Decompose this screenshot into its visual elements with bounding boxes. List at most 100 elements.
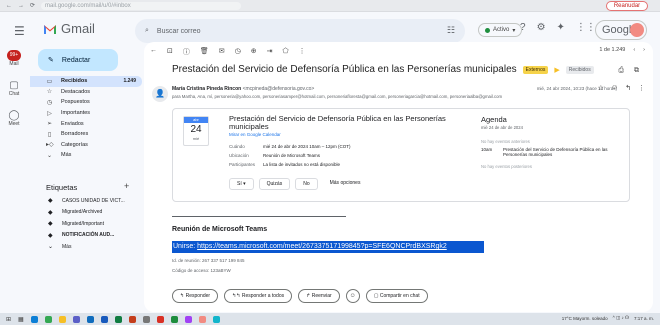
reply-icon[interactable]: ↰ (625, 84, 631, 92)
nav-item-snoozed[interactable]: ◷ Pospuestos (30, 97, 142, 108)
back-icon[interactable]: ← (6, 3, 12, 9)
more-icon[interactable]: ⋮ (638, 84, 645, 92)
mark-unread-icon[interactable]: ✉ (219, 47, 225, 57)
excel-icon[interactable] (114, 315, 122, 323)
rsvp-more-button[interactable]: Más opciones (323, 178, 368, 190)
label-item[interactable]: ◆ Migrated/Archived (30, 207, 142, 219)
chrome-icon[interactable] (44, 315, 52, 323)
event-row: Participantes La lista de invitados no es… (229, 160, 351, 169)
outlook-icon[interactable] (86, 315, 94, 323)
emoji-icon[interactable]: ☺ (611, 84, 618, 92)
gmail-logo[interactable]: Gmail (43, 21, 95, 36)
app-icon[interactable] (198, 315, 206, 323)
system-tray: 17°C Mayorm. soleado ^ ◫ ♪ ☊ 7:17 a. m. (562, 315, 654, 321)
nav-item-starred[interactable]: ☆ Destacados (30, 87, 142, 98)
side-panel-toggle[interactable] (653, 42, 660, 312)
powerpoint-icon[interactable] (128, 315, 136, 323)
clock-text[interactable]: 7:17 a. m. (634, 316, 654, 321)
forward-button[interactable]: ↱ Reenviar (298, 289, 340, 303)
account-button[interactable]: Google (595, 20, 647, 40)
label-item[interactable]: ◆ NOTIFICACIÓN AUD... (30, 230, 142, 242)
search-input[interactable]: Buscar correo (157, 28, 201, 35)
help-icon[interactable]: ? (520, 22, 526, 33)
apps-icon[interactable]: ⋮⋮ (576, 22, 596, 33)
next-icon[interactable]: › (643, 47, 645, 53)
reply-all-label: Responder a todos (241, 293, 285, 299)
report-icon[interactable]: ⓘ (183, 47, 190, 57)
status-dot-icon (485, 27, 490, 33)
label-item[interactable]: ◆ CASOS UNIDAD DE VICT... (30, 195, 142, 207)
prev-icon[interactable]: ‹ (633, 47, 635, 53)
rsvp-maybe-button[interactable]: Quizás (258, 178, 291, 190)
reply-button[interactable]: ↰ Responder (172, 289, 219, 303)
share-chat-button[interactable]: ▢ Compartir en chat (365, 289, 428, 303)
nav-item-inbox[interactable]: ▭ Recibidos 1.249 (30, 76, 142, 87)
sender-line: María Cristina Pineda Rincon <mcpineda@d… (172, 86, 314, 92)
join-url[interactable]: https://teams.microsoft.com/meet/2673375… (197, 243, 447, 250)
app-icon[interactable] (212, 315, 220, 323)
snooze-icon[interactable]: ◷ (235, 47, 241, 57)
search-bar[interactable]: ⌕ Buscar correo ☷ (135, 19, 465, 43)
windows-start-icon[interactable]: ⊞ (6, 316, 11, 323)
reply-all-button[interactable]: ↰↰ Responder a todos (224, 289, 293, 303)
important-marker-icon[interactable]: ▶ (554, 66, 559, 74)
agenda-event-time: 10am (481, 147, 493, 152)
word-icon[interactable] (100, 315, 108, 323)
inbox-tag[interactable]: Recibidos (565, 65, 594, 74)
archive-icon[interactable]: ⊡ (167, 47, 173, 57)
rail-item-meet[interactable]: ◯ Meet (0, 110, 28, 140)
reload-icon[interactable]: ⟳ (30, 2, 35, 9)
app-icon[interactable] (142, 315, 150, 323)
edge-icon[interactable] (30, 315, 38, 323)
label-icon[interactable]: ⬠ (283, 47, 289, 57)
back-arrow-icon[interactable]: ← (150, 47, 157, 57)
emoji-reaction-button[interactable]: ☺ (345, 289, 360, 303)
rail-item-mail[interactable]: 99+ Mail (0, 50, 28, 80)
address-bar[interactable]: mail.google.com/mail/u/0/#inbox (41, 1, 242, 10)
menu-icon[interactable]: ☰ (14, 24, 25, 38)
taskview-icon[interactable]: ▦ (18, 316, 24, 323)
rsvp-no-button[interactable]: No (295, 178, 318, 190)
add-label-icon[interactable]: + (124, 181, 129, 191)
browser-bar: ← → ⟳ mail.google.com/mail/u/0/#inbox Re… (0, 0, 660, 12)
tray-icons[interactable]: ^ ◫ ♪ ☊ (613, 315, 629, 321)
teams-icon[interactable] (72, 315, 80, 323)
label-item-more[interactable]: ⌄ Más (30, 241, 142, 253)
nav-item-important[interactable]: ▷ Importantes (30, 108, 142, 119)
label-item[interactable]: ◆ Migrated/Important (30, 218, 142, 230)
app-icon[interactable] (184, 315, 192, 323)
view-in-calendar-link[interactable]: Mirar en Google Calendar (229, 132, 281, 137)
settings-icon[interactable]: ⚙ (537, 22, 546, 33)
rail-item-chat[interactable]: ▢ Chat (0, 80, 28, 110)
recipients-line[interactable]: para Martha, Ana, mí, personeria@yahoo.c… (172, 94, 622, 99)
rsvp-yes-button[interactable]: Sí ▾ (229, 178, 254, 190)
agenda-event[interactable]: 10am Prestación del Servicio de Defensor… (481, 147, 627, 157)
app-icon[interactable] (156, 315, 164, 323)
delete-icon[interactable]: 🗑 (200, 47, 209, 57)
nav-item-drafts[interactable]: ▯ Borradores (30, 129, 142, 140)
forward-label: Reenviar (311, 293, 332, 299)
gemini-icon[interactable]: ✦ (557, 22, 565, 33)
star-icon[interactable]: ☆ (598, 84, 604, 92)
labels-list: ◆ CASOS UNIDAD DE VICT... ◆ Migrated/Archi… (30, 195, 142, 253)
print-icon[interactable]: ⎙ (618, 67, 624, 75)
rsvp-buttons: Sí ▾ Quizás No Más opciones (229, 178, 367, 190)
move-icon[interactable]: ⇥ (267, 47, 273, 57)
calendar-date-icon: abr 24 mié (183, 116, 209, 146)
status-button[interactable]: Activo ▾ (478, 23, 523, 37)
open-new-window-icon[interactable]: ⧉ (634, 67, 639, 75)
teams-join-link[interactable]: Unirse: https://teams.microsoft.com/meet… (172, 241, 484, 253)
compose-button[interactable]: ✎ Redactar (38, 49, 118, 71)
add-task-icon[interactable]: ⊕ (251, 47, 257, 57)
more-icon[interactable]: ⋮ (299, 47, 306, 57)
forward-icon[interactable]: → (18, 3, 24, 9)
nav-item-categories[interactable]: ▸◇ Categorías (30, 140, 142, 151)
explorer-icon[interactable] (58, 315, 66, 323)
resume-button[interactable]: Reanudar (606, 1, 648, 11)
nav-item-more[interactable]: ⌄ Más (30, 150, 142, 161)
weather-text[interactable]: 17°C Mayorm. soleado (562, 316, 608, 321)
search-icon[interactable]: ⌕ (145, 27, 149, 35)
app-icon[interactable] (170, 315, 178, 323)
search-filter-icon[interactable]: ☷ (447, 25, 455, 36)
nav-item-sent[interactable]: ➢ Enviados (30, 118, 142, 129)
